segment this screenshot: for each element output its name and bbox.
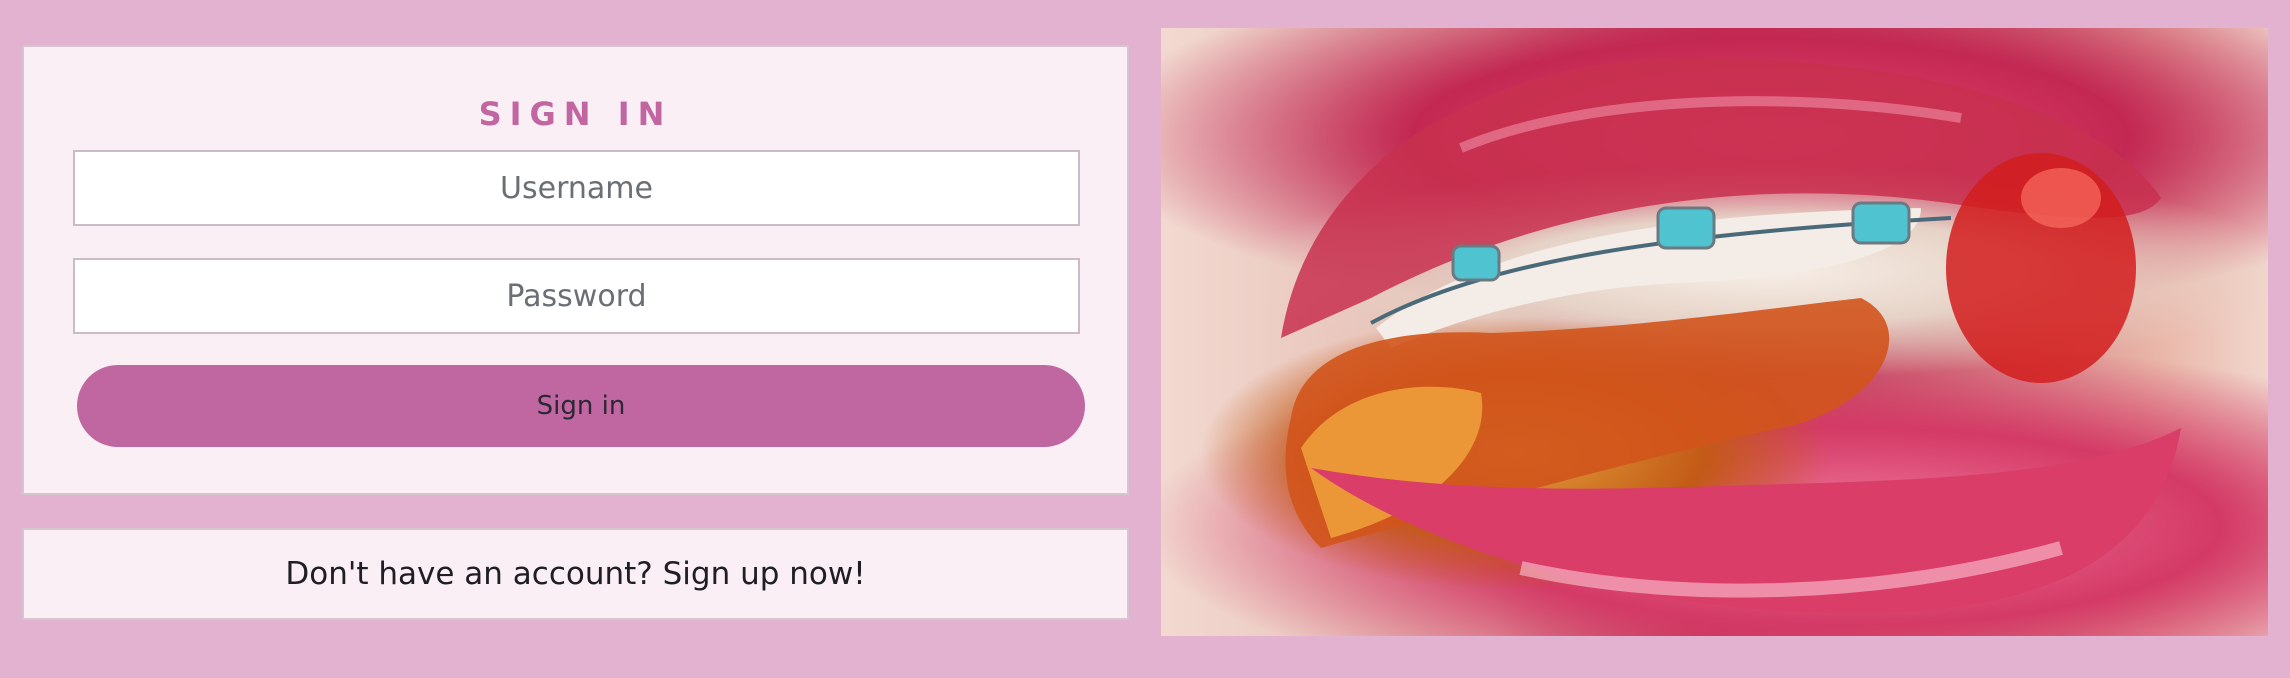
sign-in-card: SIGN IN Sign in: [22, 45, 1129, 495]
sign-in-title: SIGN IN: [478, 95, 673, 133]
page: SIGN IN Sign in Don't have an account? S…: [0, 0, 2290, 678]
password-input[interactable]: [73, 258, 1080, 334]
sign-in-button[interactable]: Sign in: [77, 365, 1085, 447]
sign-up-card: Don't have an account? Sign up now!: [22, 528, 1129, 620]
hero-image: [1161, 28, 2268, 636]
username-input[interactable]: [73, 150, 1080, 226]
sign-up-link[interactable]: Don't have an account? Sign up now!: [285, 556, 865, 592]
hero-photo-illustration: [1281, 57, 2181, 614]
